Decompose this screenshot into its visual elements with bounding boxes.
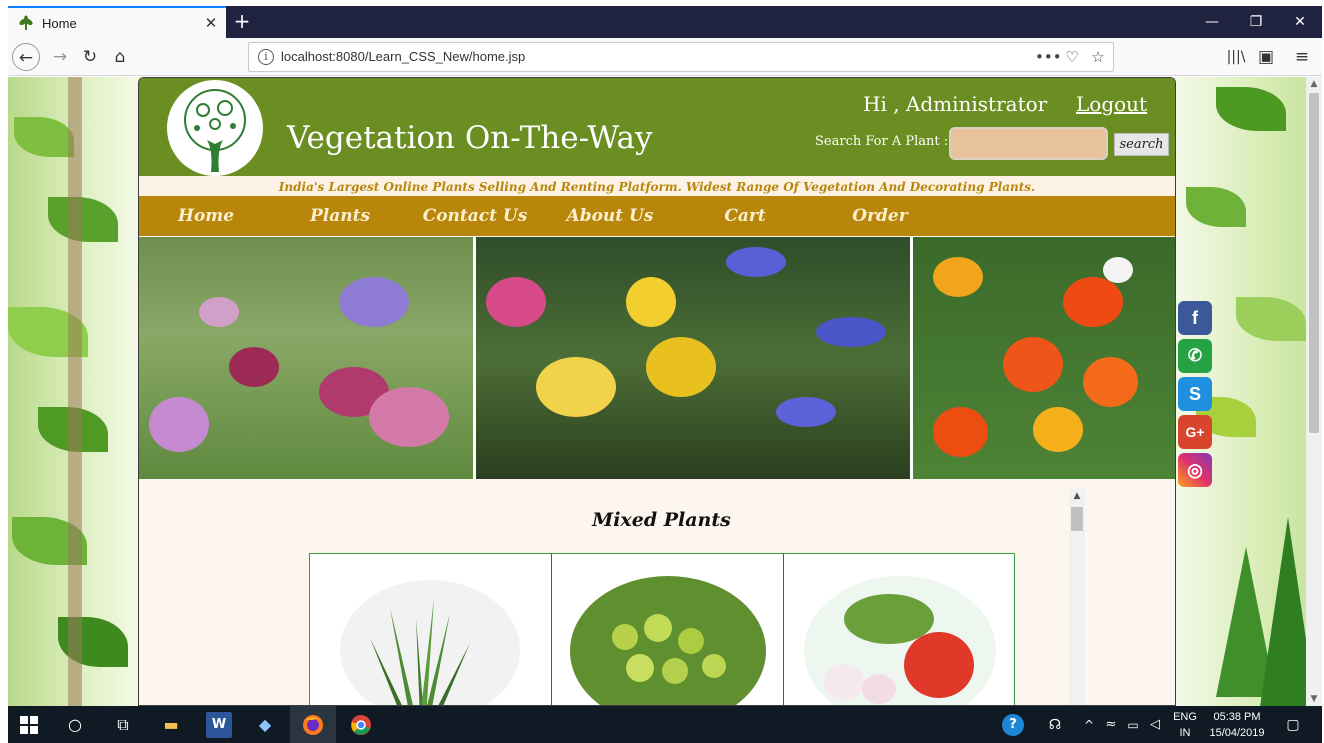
reload-icon[interactable]: ↻ <box>76 43 104 71</box>
word-icon[interactable]: W <box>206 712 232 738</box>
url-text[interactable]: localhost:8080/Learn_CSS_New/home.jsp <box>281 49 525 64</box>
section-title: Mixed Plants <box>592 509 731 531</box>
menu-item-plants[interactable]: Plants <box>275 196 405 236</box>
language-code[interactable]: ENG <box>1170 711 1200 723</box>
tab-title: Home <box>42 15 77 31</box>
google-plus-icon[interactable]: G+ <box>1178 415 1212 449</box>
people-icon[interactable]: ☊ <box>1042 712 1068 738</box>
site-title: Vegetation On-The-Way <box>287 120 653 156</box>
page-viewport: Vegetation On-The-Way Hi , Administrator… <box>8 77 1322 706</box>
scroll-down-icon[interactable]: ▼ <box>1306 692 1322 706</box>
banner-photo-garden <box>139 237 473 479</box>
3d-box-icon[interactable]: ◆ <box>252 712 278 738</box>
banner-photo-poppies <box>913 237 1175 479</box>
main-content: Mixed Plants ▲ <box>139 479 1175 705</box>
main-menu: Home Plants Contact Us About Us Cart Ord… <box>139 196 1175 236</box>
menu-item-about-us[interactable]: About Us <box>545 196 675 236</box>
pocket-icon[interactable]: ♡ <box>1061 46 1083 68</box>
banner-photo-wildflowers <box>476 237 910 479</box>
menu-hamburger-icon[interactable]: ≡ <box>1288 43 1316 71</box>
page-scrollbar[interactable]: ▲ ▼ <box>1306 77 1322 706</box>
windows-taskbar: ○ ⧉ ▬ W ◆ ? ☊ ^ ≈ ▭ ◁ ENG IN 05:38 PM 15… <box>8 706 1322 743</box>
page-scroll-thumb[interactable] <box>1309 93 1319 433</box>
bookmark-star-icon[interactable]: ☆ <box>1087 46 1109 68</box>
plant-search-input[interactable] <box>949 127 1108 160</box>
scroll-up-arrow-icon[interactable]: ▲ <box>1069 489 1085 503</box>
site-header: Vegetation On-The-Way Hi , Administrator… <box>139 78 1175 176</box>
plant-card-aloe[interactable] <box>310 554 552 705</box>
new-tab-button[interactable]: + <box>230 9 254 33</box>
facebook-icon[interactable]: f <box>1178 301 1212 335</box>
cortana-search-icon[interactable]: ○ <box>62 712 88 738</box>
logout-link[interactable]: Logout <box>1076 92 1147 116</box>
screen: Home ✕ + — ❐ ✕ ← → ↻ ⌂ i localhost:8080/… <box>0 0 1324 743</box>
library-icon[interactable]: |||\ <box>1222 43 1250 71</box>
menu-item-home[interactable]: Home <box>141 196 271 236</box>
minimize-button[interactable]: — <box>1190 6 1234 38</box>
page-actions-icon[interactable]: ••• <box>1035 46 1062 68</box>
user-greeting: Hi , Administrator <box>863 92 1048 116</box>
menu-item-order[interactable]: Order <box>815 196 945 236</box>
content-scroll-thumb[interactable] <box>1071 507 1083 531</box>
tagline-bar: India's Largest Online Plants Selling An… <box>139 176 1175 196</box>
skype-icon[interactable]: S <box>1178 377 1212 411</box>
scroll-up-icon[interactable]: ▲ <box>1306 77 1322 91</box>
website-container: Vegetation On-The-Way Hi , Administrator… <box>138 77 1176 706</box>
content-scrollbar[interactable]: ▲ <box>1069 489 1085 705</box>
address-bar[interactable]: i localhost:8080/Learn_CSS_New/home.jsp … <box>248 42 1114 72</box>
plant-favicon-icon <box>18 15 34 31</box>
home-icon[interactable]: ⌂ <box>106 43 134 71</box>
clock-time[interactable]: 05:38 PM <box>1206 711 1268 723</box>
restore-button[interactable]: ❐ <box>1234 6 1278 38</box>
tagline-text: India's Largest Online Plants Selling An… <box>278 180 1036 194</box>
browser-tab-strip: Home ✕ + — ❐ ✕ <box>8 6 1322 38</box>
close-window-button[interactable]: ✕ <box>1278 6 1322 38</box>
task-view-icon[interactable]: ⧉ <box>110 712 136 738</box>
file-explorer-icon[interactable]: ▬ <box>158 712 184 738</box>
search-button[interactable]: search <box>1114 133 1169 156</box>
menu-item-contact-us[interactable]: Contact Us <box>410 196 540 236</box>
sidebar-icon[interactable]: ▣ <box>1252 43 1280 71</box>
flower-banner <box>139 237 1175 479</box>
leaf-background-left <box>8 77 138 706</box>
volume-icon[interactable]: ◁ <box>1142 712 1168 738</box>
back-arrow-icon[interactable]: ← <box>12 43 40 71</box>
menu-item-cart[interactable]: Cart <box>680 196 810 236</box>
whatsapp-icon[interactable]: ✆ <box>1178 339 1212 373</box>
help-icon[interactable]: ? <box>1002 714 1024 736</box>
plant-card-apple[interactable] <box>784 554 1016 705</box>
firefox-icon[interactable] <box>300 712 326 738</box>
instagram-icon[interactable]: ◎ <box>1178 453 1212 487</box>
plant-card-amla[interactable] <box>552 554 784 705</box>
site-info-icon[interactable]: i <box>258 49 274 65</box>
close-tab-icon[interactable]: ✕ <box>202 14 220 32</box>
tab-home[interactable]: Home ✕ <box>8 6 226 38</box>
tree-logo-icon[interactable] <box>167 80 263 176</box>
region-code[interactable]: IN <box>1170 727 1200 739</box>
windows-start-icon[interactable] <box>16 712 42 738</box>
search-label: Search For A Plant : <box>815 134 949 149</box>
clock-date[interactable]: 15/04/2019 <box>1206 727 1268 739</box>
plant-grid <box>309 553 1016 705</box>
browser-navigation-bar: ← → ↻ ⌂ i localhost:8080/Learn_CSS_New/h… <box>8 38 1322 76</box>
forward-arrow-icon[interactable]: → <box>46 43 74 71</box>
notification-icon[interactable]: ▢ <box>1280 712 1306 738</box>
chrome-icon[interactable] <box>348 712 374 738</box>
